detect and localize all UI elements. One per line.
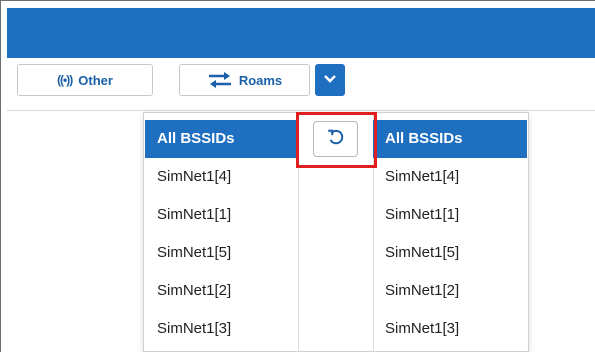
roams-dropdown-button[interactable] <box>315 64 345 96</box>
swap-arrows-icon <box>207 71 233 89</box>
list-item[interactable]: SimNet1[1] <box>145 196 299 234</box>
to-bssid-list: All BSSIDs SimNet1[4] SimNet1[1] SimNet1… <box>373 120 527 348</box>
roams-button[interactable]: Roams <box>179 64 310 96</box>
list-item[interactable]: SimNet1[4] <box>145 158 299 196</box>
list-item[interactable]: SimNet1[1] <box>373 196 527 234</box>
list-item[interactable]: SimNet1[2] <box>145 272 299 310</box>
header-bar <box>0 0 595 58</box>
header-banner <box>7 8 595 58</box>
roams-button-label: Roams <box>238 72 283 88</box>
other-button[interactable]: ((•)) Other <box>17 64 153 96</box>
from-bssid-list: All BSSIDs SimNet1[4] SimNet1[1] SimNet1… <box>145 120 299 348</box>
toolbar-divider <box>7 110 595 111</box>
list-item[interactable]: SimNet1[2] <box>373 272 527 310</box>
list-item[interactable]: SimNet1[5] <box>145 234 299 272</box>
other-button-label: Other <box>78 72 113 88</box>
chevron-down-icon <box>323 71 337 89</box>
list-item[interactable]: SimNet1[5] <box>373 234 527 272</box>
radio-signal-icon: ((•)) <box>57 73 73 87</box>
highlight-box <box>296 112 377 168</box>
list-item[interactable]: SimNet1[4] <box>373 158 527 196</box>
list-item[interactable]: SimNet1[3] <box>373 310 527 348</box>
list-item[interactable]: All BSSIDs <box>373 120 527 158</box>
list-item[interactable]: All BSSIDs <box>145 120 299 158</box>
list-item[interactable]: SimNet1[3] <box>145 310 299 348</box>
